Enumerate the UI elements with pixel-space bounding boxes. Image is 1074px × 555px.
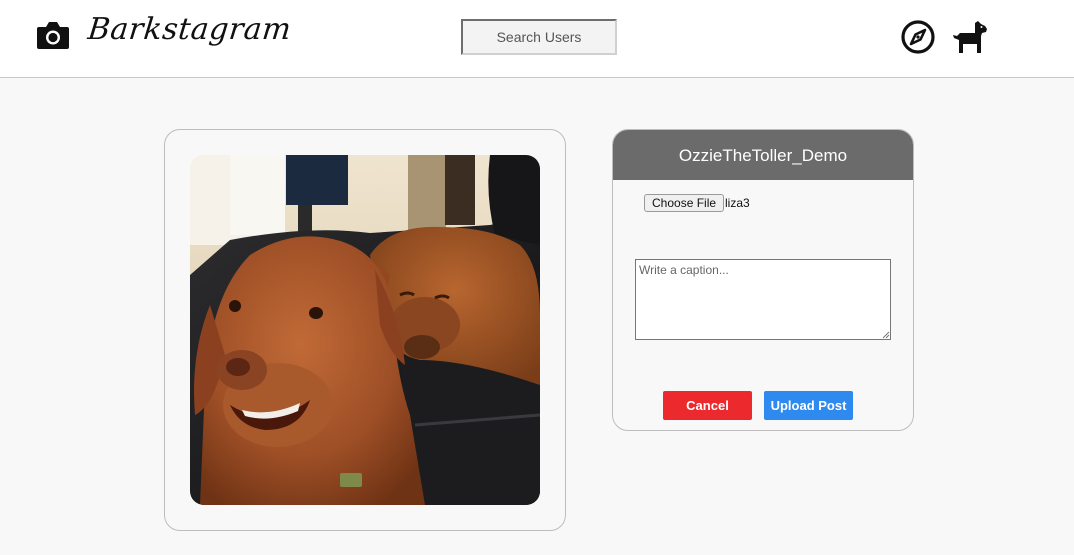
brand-logo[interactable]: Barkstagram bbox=[86, 12, 293, 47]
post-image-card bbox=[164, 129, 566, 531]
dog-icon[interactable] bbox=[951, 20, 989, 54]
selected-file-name: liza3 bbox=[725, 196, 750, 210]
search-users-input[interactable] bbox=[461, 19, 617, 55]
choose-file-button[interactable]: Choose File bbox=[644, 194, 725, 212]
post-photo bbox=[190, 155, 540, 505]
dog-photo-image bbox=[190, 155, 540, 505]
caption-textarea[interactable] bbox=[635, 259, 891, 340]
form-username-header: OzzieTheToller_Demo bbox=[613, 130, 913, 180]
cancel-button[interactable]: Cancel bbox=[663, 391, 752, 420]
upload-post-button[interactable]: Upload Post bbox=[764, 391, 853, 420]
top-nav: Barkstagram bbox=[0, 0, 1074, 78]
upload-post-form: OzzieTheToller_Demo Choose File liza3 Ca… bbox=[612, 129, 914, 431]
camera-icon[interactable] bbox=[36, 20, 70, 50]
compass-icon[interactable] bbox=[900, 19, 936, 55]
